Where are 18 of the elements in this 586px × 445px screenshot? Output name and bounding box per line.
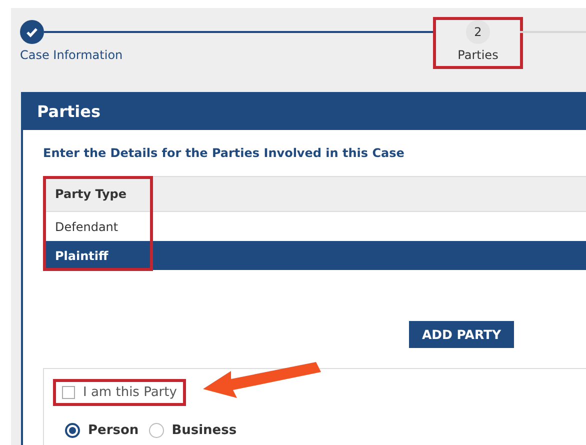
radio-option[interactable]: Person — [65, 423, 139, 438]
table-row[interactable]: Defendant — [43, 212, 586, 241]
radio-option[interactable]: Business — [148, 423, 237, 438]
checkbox[interactable] — [62, 386, 75, 399]
step-label[interactable]: Case Information — [20, 48, 418, 62]
table-row[interactable]: Plaintiff — [43, 241, 586, 270]
checkbox-label: I am this Party — [83, 385, 177, 400]
table-cell-text: Defendant — [54, 220, 120, 234]
radio-button[interactable] — [148, 423, 164, 438]
panel-title: Parties — [21, 92, 586, 130]
current-step[interactable]: 2 Parties — [436, 20, 520, 66]
section-heading: Enter the Details for the Parties Involved in this Case — [43, 146, 406, 160]
add-party-button[interactable]: ADD PARTY — [409, 321, 514, 348]
column-header: Party Type — [54, 187, 128, 201]
table-cell-text: Plaintiff — [54, 248, 110, 262]
radio-button[interactable] — [65, 423, 80, 438]
step-marker: 2 — [466, 20, 490, 44]
party-checkbox[interactable]: I am this Party — [56, 382, 183, 403]
